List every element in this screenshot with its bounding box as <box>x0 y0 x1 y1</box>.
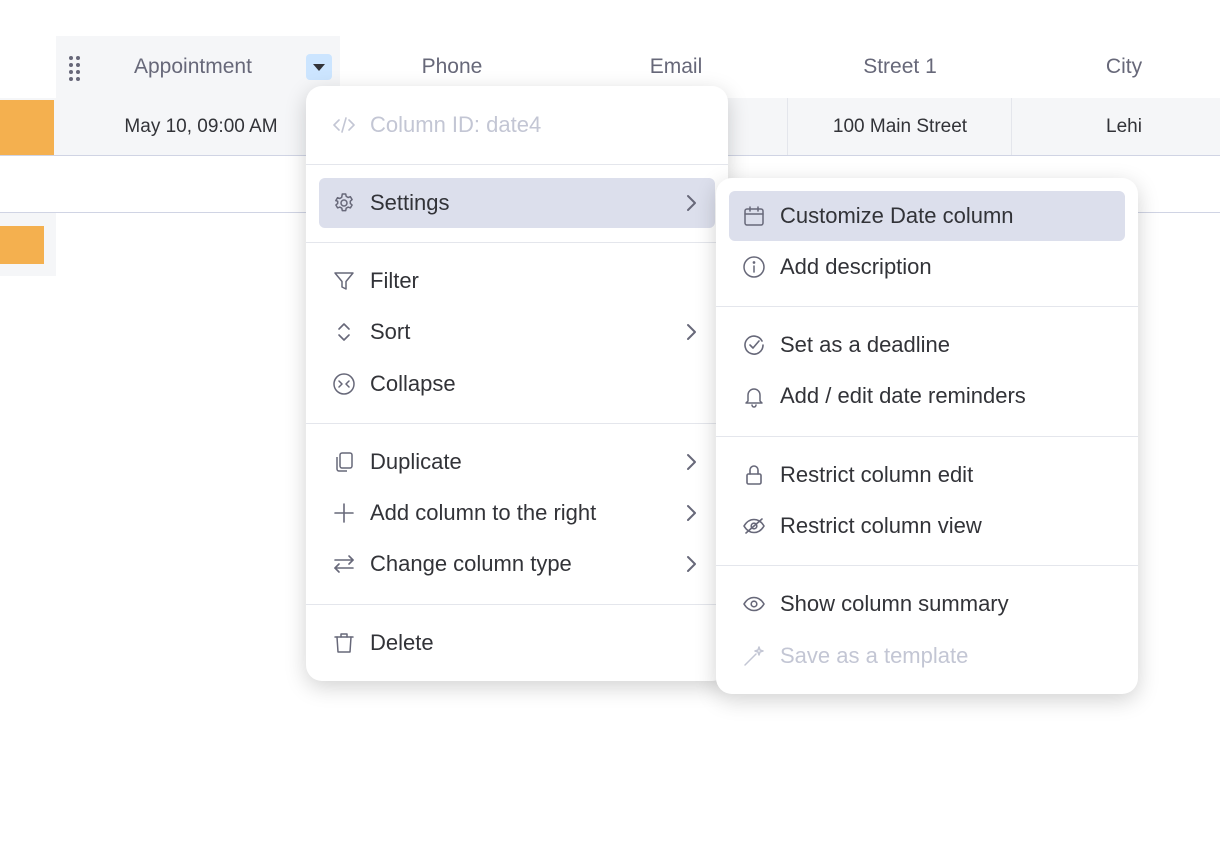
menu-divider <box>716 436 1138 437</box>
column-header-street[interactable]: Street 1 <box>788 36 1012 98</box>
calendar-icon <box>741 203 767 229</box>
settings-submenu: Customize Date column Add description Se… <box>716 178 1138 694</box>
date-reminders-item[interactable]: Add / edit date reminders <box>729 371 1125 421</box>
appointment-cell[interactable]: May 10, 09:00 AM <box>56 98 346 155</box>
restrict-view-item[interactable]: Restrict column view <box>729 501 1125 551</box>
column-header-appointment[interactable]: Appointment <box>56 36 340 98</box>
add-description-item[interactable]: Add description <box>729 242 1125 292</box>
column-header-label: City <box>1105 55 1143 78</box>
menu-divider <box>716 306 1138 307</box>
date-reminders-label: Add / edit date reminders <box>780 383 1026 408</box>
drag-handle-icon[interactable] <box>68 56 82 81</box>
menu-divider <box>306 164 728 165</box>
chevron-right-icon <box>687 505 696 521</box>
save-template-item: Save as a template <box>729 631 1125 681</box>
sort-label: Sort <box>370 319 411 344</box>
filter-icon <box>331 268 357 294</box>
chevron-right-icon <box>687 195 696 211</box>
settings-label: Settings <box>370 190 450 215</box>
check-circle-icon <box>741 332 767 358</box>
save-template-label: Save as a template <box>780 643 969 668</box>
customize-date-column-item[interactable]: Customize Date column <box>729 191 1125 241</box>
chevron-right-icon <box>687 454 696 470</box>
caret-down-icon <box>313 64 325 71</box>
restrict-edit-item[interactable]: Restrict column edit <box>729 450 1125 500</box>
street-cell[interactable]: 100 Main Street <box>787 98 1012 155</box>
set-deadline-item[interactable]: Set as a deadline <box>729 320 1125 370</box>
menu-divider <box>716 565 1138 566</box>
column-header-city[interactable]: City <box>1012 36 1220 98</box>
filter-label: Filter <box>370 268 419 293</box>
menu-divider <box>306 604 728 605</box>
menu-divider <box>306 242 728 243</box>
add-column-right-item[interactable]: Add column to the right <box>319 488 715 538</box>
chevron-right-icon <box>687 556 696 572</box>
column-header-label: Appointment <box>134 55 252 78</box>
show-summary-item[interactable]: Show column summary <box>729 579 1125 629</box>
cell-value: 100 Main Street <box>832 115 968 137</box>
sort-item[interactable]: Sort <box>319 307 715 357</box>
status-cell[interactable] <box>0 100 54 155</box>
column-header-label: Phone <box>421 55 483 78</box>
column-header-label: Email <box>649 55 703 78</box>
show-summary-label: Show column summary <box>780 591 1009 616</box>
collapse-label: Collapse <box>370 371 456 396</box>
set-deadline-label: Set as a deadline <box>780 332 951 357</box>
add-description-label: Add description <box>780 254 932 279</box>
bell-icon <box>741 383 767 409</box>
column-options-menu: Column ID: date4 Settings Filter Sort Co… <box>306 86 728 681</box>
column-header-label: Street 1 <box>863 55 937 78</box>
column-id-item: Column ID: date4 <box>319 100 715 150</box>
change-column-type-item[interactable]: Change column type <box>319 539 715 589</box>
magic-wand-icon <box>741 643 767 669</box>
cell-value: May 10, 09:00 AM <box>124 115 278 137</box>
collapse-item[interactable]: Collapse <box>319 359 715 409</box>
gear-icon <box>331 190 357 216</box>
menu-divider <box>306 423 728 424</box>
column-id-label: Column ID: date4 <box>370 112 542 137</box>
delete-item[interactable]: Delete <box>319 618 715 668</box>
duplicate-label: Duplicate <box>370 449 462 474</box>
delete-label: Delete <box>370 630 434 655</box>
trash-icon <box>331 630 357 656</box>
city-cell[interactable]: Lehi <box>1011 98 1220 155</box>
customize-date-column-label: Customize Date column <box>780 203 1014 228</box>
duplicate-icon <box>331 449 357 475</box>
code-icon <box>331 112 357 138</box>
collapse-icon <box>331 371 357 397</box>
column-menu-button[interactable] <box>306 54 332 80</box>
swap-icon <box>331 551 357 577</box>
filter-item[interactable]: Filter <box>319 256 715 306</box>
restrict-view-label: Restrict column view <box>780 513 982 538</box>
lock-icon <box>741 462 767 488</box>
change-column-type-label: Change column type <box>370 551 572 576</box>
info-icon <box>741 254 767 280</box>
add-column-right-label: Add column to the right <box>370 500 597 525</box>
eye-icon <box>741 591 767 617</box>
status-cell[interactable] <box>0 226 44 264</box>
chevron-right-icon <box>687 324 696 340</box>
cell-value: Lehi <box>1106 115 1142 137</box>
plus-icon <box>331 500 357 526</box>
eye-off-icon <box>741 513 767 539</box>
duplicate-item[interactable]: Duplicate <box>319 437 715 487</box>
sort-icon <box>331 319 357 345</box>
restrict-edit-label: Restrict column edit <box>780 462 974 487</box>
settings-item[interactable]: Settings <box>319 178 715 228</box>
